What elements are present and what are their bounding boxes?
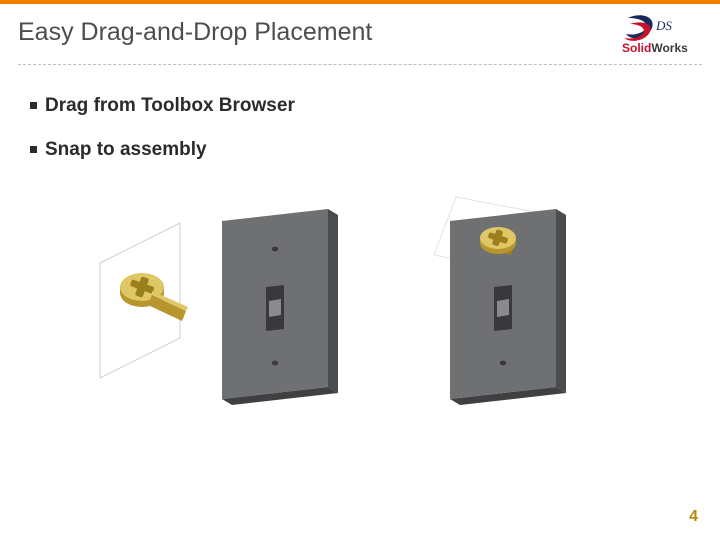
illustration-area	[30, 183, 690, 443]
illustration-drag-from-browser	[90, 183, 350, 413]
ds-monogram: DS	[655, 18, 672, 33]
brand-logo: DS SolidWorks	[622, 14, 702, 54]
svg-text:SolidWorks: SolidWorks	[622, 41, 688, 55]
header-row: Easy Drag-and-Drop Placement DS SolidWor…	[0, 4, 720, 54]
bullet-text: Snap to assembly	[45, 139, 207, 161]
content-area: Drag from Toolbox Browser Snap to assemb…	[0, 65, 720, 443]
bullet-marker-icon	[30, 146, 37, 153]
logo-solid-text: Solid	[622, 41, 651, 55]
page-number: 4	[689, 508, 698, 526]
logo-works-text: Works	[651, 41, 688, 55]
bullet-item: Snap to assembly	[30, 139, 690, 161]
bullet-marker-icon	[30, 102, 37, 109]
bullet-text: Drag from Toolbox Browser	[45, 95, 295, 117]
fastener-icon	[120, 273, 188, 321]
switch-plate-icon	[222, 209, 338, 405]
bullet-item: Drag from Toolbox Browser	[30, 95, 690, 117]
fastener-icon	[480, 227, 516, 255]
slide-title: Easy Drag-and-Drop Placement	[18, 14, 372, 47]
illustration-snap-to-assembly	[390, 183, 610, 413]
